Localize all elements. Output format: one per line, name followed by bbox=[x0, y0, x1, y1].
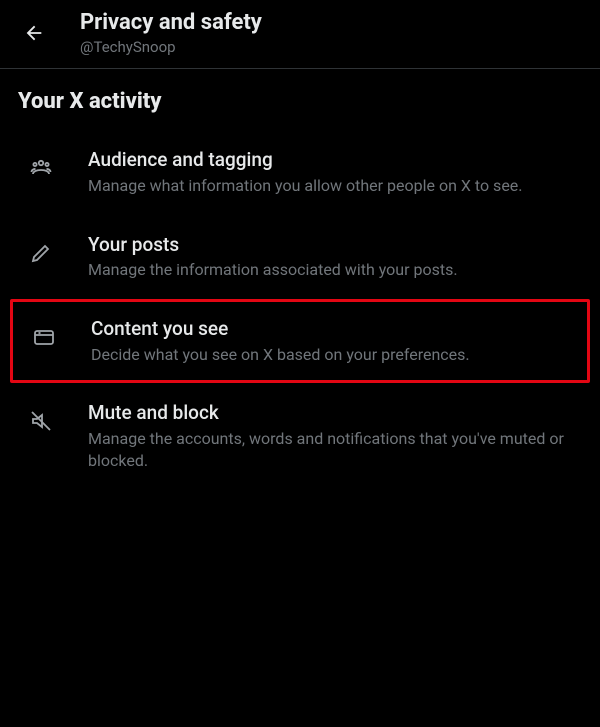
arrow-left-icon bbox=[23, 22, 45, 44]
menu-item-title: Content you see bbox=[91, 317, 470, 342]
mute-icon bbox=[18, 401, 64, 433]
section-title: Your X activity bbox=[0, 69, 600, 124]
header-text: Privacy and safety @TechySnoop bbox=[80, 10, 262, 56]
menu-text: Audience and tagging Manage what informa… bbox=[64, 148, 533, 196]
pencil-icon bbox=[18, 233, 64, 265]
back-button[interactable] bbox=[16, 15, 52, 51]
menu-item-desc: Manage the accounts, words and notificat… bbox=[88, 428, 570, 471]
header: Privacy and safety @TechySnoop bbox=[0, 0, 600, 69]
menu-item-your-posts[interactable]: Your posts Manage the information associ… bbox=[0, 215, 600, 299]
menu-item-title: Your posts bbox=[88, 233, 458, 258]
content-icon bbox=[21, 317, 67, 349]
menu-item-desc: Manage what information you allow other … bbox=[88, 175, 523, 197]
menu-text: Content you see Decide what you see on X… bbox=[67, 317, 480, 365]
people-icon bbox=[18, 148, 64, 180]
menu-item-mute-block[interactable]: Mute and block Manage the accounts, word… bbox=[0, 383, 600, 489]
menu-list: Audience and tagging Manage what informa… bbox=[0, 124, 600, 495]
menu-text: Your posts Manage the information associ… bbox=[64, 233, 468, 281]
menu-item-desc: Manage the information associated with y… bbox=[88, 259, 458, 281]
menu-text: Mute and block Manage the accounts, word… bbox=[64, 401, 580, 471]
menu-item-title: Audience and tagging bbox=[88, 148, 523, 173]
menu-item-desc: Decide what you see on X based on your p… bbox=[91, 344, 470, 366]
page-title: Privacy and safety bbox=[80, 10, 262, 36]
username: @TechySnoop bbox=[80, 38, 262, 56]
menu-item-title: Mute and block bbox=[88, 401, 570, 426]
menu-item-audience-tagging[interactable]: Audience and tagging Manage what informa… bbox=[0, 130, 600, 214]
menu-item-content-you-see[interactable]: Content you see Decide what you see on X… bbox=[10, 299, 590, 383]
